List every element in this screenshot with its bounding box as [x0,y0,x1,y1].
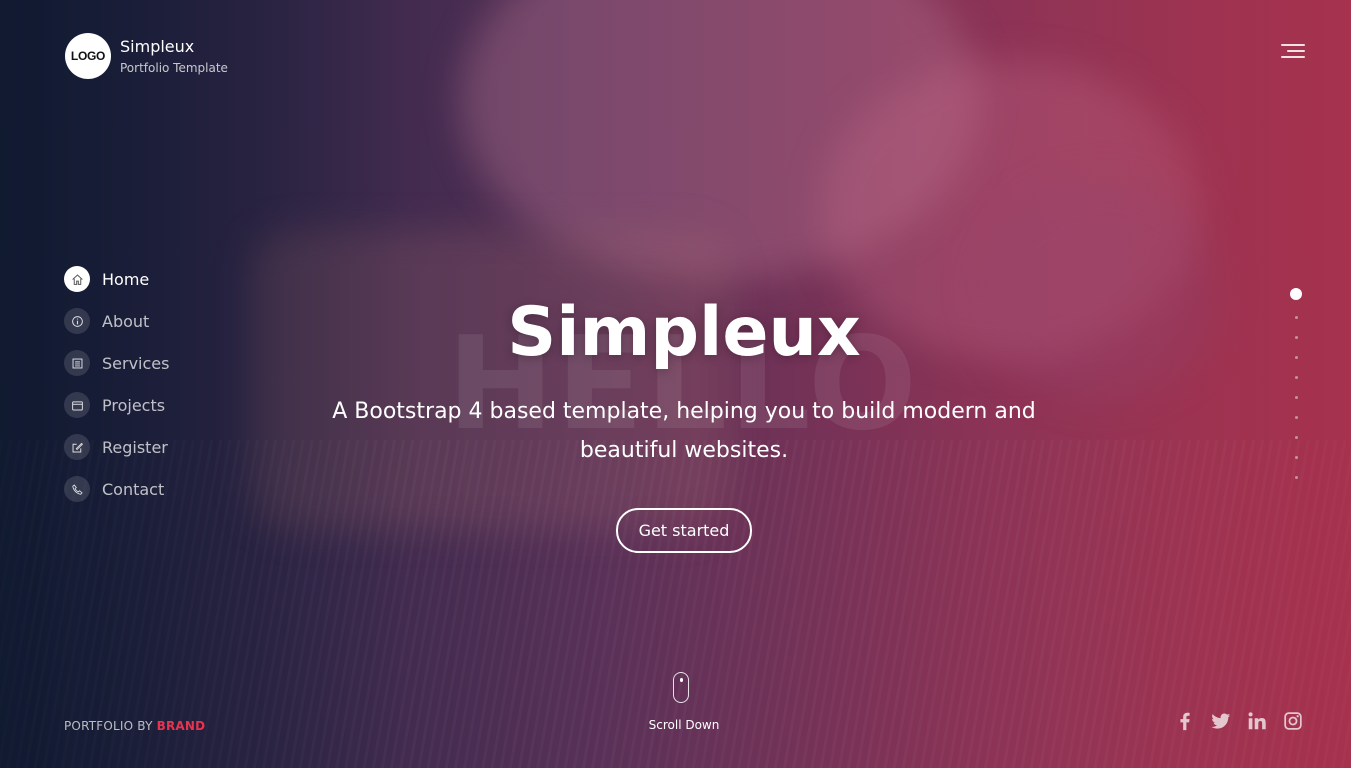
info-icon [64,308,90,334]
section-dot[interactable] [1289,348,1303,368]
hero-title: Simpleux [507,293,861,372]
nav-item-contact[interactable]: Contact [64,476,169,502]
brand[interactable]: LOGO Simpleux Portfolio Template [65,33,228,79]
section-dot[interactable] [1289,328,1303,348]
instagram-icon[interactable] [1280,708,1306,734]
nav-item-home[interactable]: Home [64,266,169,292]
hamburger-icon [1281,44,1305,46]
list-icon [64,350,90,376]
nav-item-label: Services [102,353,170,373]
brand-name: Simpleux [120,37,195,56]
nav-item-label: Contact [102,479,165,499]
edit-icon [64,434,90,460]
phone-icon [64,476,90,502]
nav-item-about[interactable]: About [64,308,169,334]
section-dot[interactable] [1289,288,1303,308]
side-nav: Home About Services Projects Register Co… [64,266,169,518]
section-dot[interactable] [1289,428,1303,448]
nav-item-label: Home [102,269,150,289]
nav-item-label: About [102,311,150,331]
nav-item-register[interactable]: Register [64,434,169,460]
get-started-button[interactable]: Get started [616,508,752,553]
footer-credit: PORTFOLIO BY BRAND [64,719,205,733]
section-dot[interactable] [1289,468,1303,488]
nav-item-services[interactable]: Services [64,350,169,376]
hero-subtitle: A Bootstrap 4 based template, helping yo… [332,399,1036,463]
social-links [1172,708,1306,734]
brand-tagline: Portfolio Template [120,61,228,75]
section-dot[interactable] [1289,308,1303,328]
menu-toggle-button[interactable] [1280,44,1305,60]
footer-credit-brand[interactable]: BRAND [157,719,206,733]
nav-item-label: Projects [102,395,166,415]
home-icon [64,266,90,292]
scroll-down-label[interactable]: Scroll Down [624,718,744,732]
section-dot[interactable] [1289,388,1303,408]
logo[interactable]: LOGO [65,33,111,79]
twitter-icon[interactable] [1208,708,1234,734]
section-dot[interactable] [1289,448,1303,468]
scroll-mouse-icon[interactable] [673,672,689,703]
nav-item-projects[interactable]: Projects [64,392,169,418]
footer-credit-prefix: PORTFOLIO BY [64,719,153,733]
section-dot[interactable] [1289,368,1303,388]
folder-icon [64,392,90,418]
facebook-icon[interactable] [1172,708,1198,734]
nav-item-label: Register [102,437,168,457]
section-dots-nav [1289,288,1303,488]
section-dot[interactable] [1289,408,1303,428]
linkedin-icon[interactable] [1244,708,1270,734]
